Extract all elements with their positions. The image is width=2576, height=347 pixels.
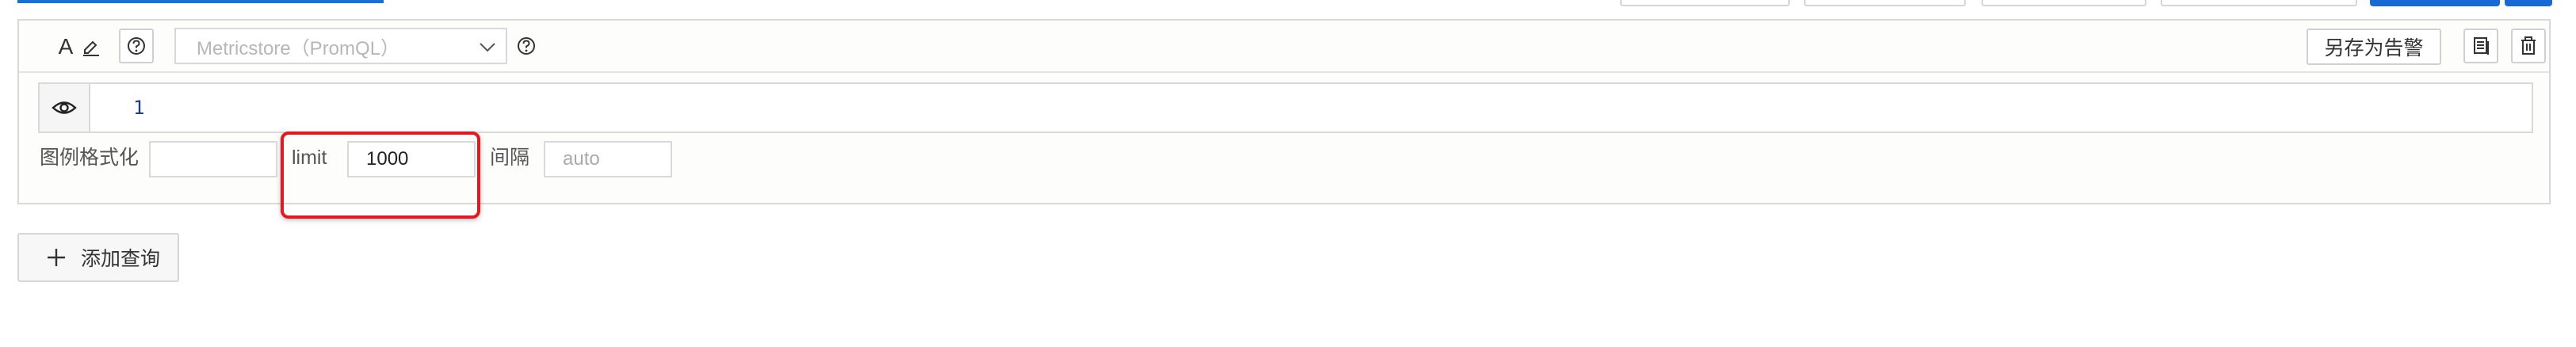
top-toolbar-button[interactable]	[2161, 0, 2357, 6]
edit-icon[interactable]	[78, 35, 105, 59]
query-line-number: 1	[133, 97, 145, 119]
copy-icon[interactable]	[2463, 29, 2498, 63]
plus-icon	[46, 247, 67, 268]
add-query-button[interactable]: 添加查询	[17, 233, 179, 282]
query-editor-row[interactable]: 1	[38, 82, 2533, 133]
datasource-select[interactable]: Metricstore（PromQL）	[174, 28, 507, 64]
add-query-label: 添加查询	[81, 248, 161, 270]
help-icon[interactable]	[119, 29, 154, 63]
top-toolbar-button[interactable]	[1804, 0, 1966, 6]
top-primary-dropdown-button[interactable]	[2505, 0, 2552, 6]
text-icon[interactable]: A	[55, 33, 76, 60]
datasource-help-icon[interactable]	[514, 33, 539, 59]
trash-icon[interactable]	[2511, 29, 2546, 63]
save-as-alarm-button[interactable]: 另存为告警	[2307, 29, 2441, 65]
top-link-underline	[17, 0, 384, 3]
datasource-placeholder: Metricstore（PromQL）	[197, 37, 400, 59]
limit-highlight-box	[281, 132, 480, 219]
legend-format-label: 图例格式化	[40, 147, 140, 169]
interval-label: 间隔	[490, 147, 530, 169]
query-panel-header: A Metricstore（PromQL） 另存为告警	[19, 21, 2549, 73]
top-toolbar-button[interactable]	[1982, 0, 2146, 6]
top-toolbar-button[interactable]	[1620, 0, 1790, 6]
chevron-down-icon	[477, 37, 498, 62]
legend-format-input[interactable]	[149, 141, 277, 177]
top-primary-button[interactable]	[2370, 0, 2500, 6]
eye-icon[interactable]	[40, 84, 90, 132]
interval-input[interactable]: auto	[544, 141, 672, 177]
